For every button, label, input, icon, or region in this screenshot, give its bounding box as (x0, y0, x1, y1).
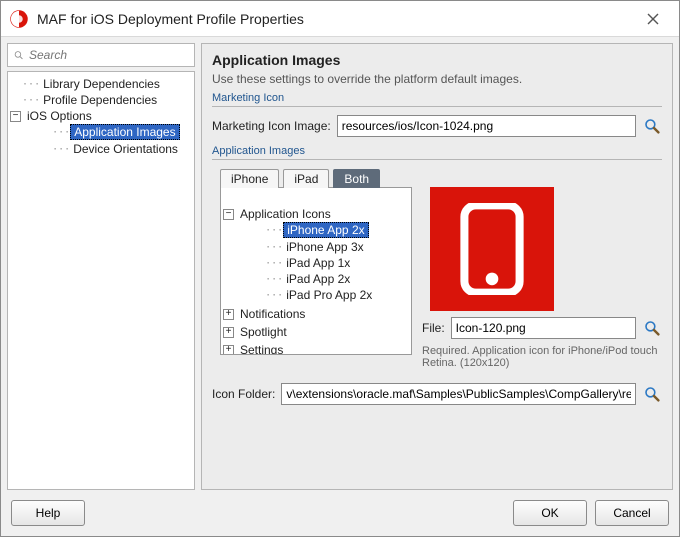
icon-folder-input[interactable] (281, 383, 636, 405)
section-heading: Application Images (212, 52, 662, 68)
search-input[interactable] (27, 47, 188, 63)
node-iphone-app-2x[interactable]: iPhone App 2x (283, 222, 368, 238)
nav-profile-dependencies[interactable]: Profile Dependencies (40, 93, 160, 107)
window-title: MAF for iOS Deployment Profile Propertie… (37, 11, 635, 27)
tab-ipad[interactable]: iPad (283, 169, 329, 188)
marketing-group-label: Marketing Icon (212, 92, 662, 104)
dialog-window: MAF for iOS Deployment Profile Propertie… (0, 0, 680, 537)
browse-icon-folder-button[interactable] (642, 384, 662, 404)
nav-tree[interactable]: ···Library Dependencies ···Profile Depen… (7, 71, 195, 490)
icon-preview (430, 187, 554, 311)
node-ipad-app-1x[interactable]: iPad App 1x (283, 256, 353, 270)
ok-button[interactable]: OK (513, 500, 587, 526)
nav-application-images[interactable]: Application Images (70, 124, 179, 140)
tab-both[interactable]: Both (333, 169, 380, 188)
browse-file-button[interactable] (642, 318, 662, 338)
node-application-icons[interactable]: Application Icons (237, 207, 334, 221)
node-settings[interactable]: Settings (237, 343, 286, 355)
node-notifications[interactable]: Notifications (237, 307, 308, 321)
node-ipad-pro-app-2x[interactable]: iPad Pro App 2x (283, 288, 375, 302)
cancel-button[interactable]: Cancel (595, 500, 669, 526)
marketing-icon-input[interactable] (337, 115, 636, 137)
marketing-icon-label: Marketing Icon Image: (212, 119, 331, 133)
file-note: Required. Application icon for iPhone/iP… (422, 345, 662, 369)
app-logo-icon (9, 9, 29, 29)
browse-marketing-icon[interactable] (642, 116, 662, 136)
icon-folder-label: Icon Folder: (212, 387, 275, 401)
titlebar: MAF for iOS Deployment Profile Propertie… (1, 1, 679, 37)
tree-expand-icon[interactable]: + (223, 309, 234, 320)
node-ipad-app-2x[interactable]: iPad App 2x (283, 272, 353, 286)
divider (212, 159, 662, 160)
content-pane: Application Images Use these settings to… (201, 43, 673, 490)
tree-expand-icon[interactable]: + (223, 345, 234, 356)
nav-device-orientations[interactable]: Device Orientations (70, 142, 181, 156)
device-tabs: iPhone iPad Both (220, 168, 662, 187)
file-label: File: (422, 321, 445, 335)
tab-iphone[interactable]: iPhone (220, 169, 279, 188)
search-field[interactable] (7, 43, 195, 67)
close-button[interactable] (635, 1, 671, 37)
left-pane: ···Library Dependencies ···Profile Depen… (7, 43, 195, 490)
help-button[interactable]: Help (11, 500, 85, 526)
divider (212, 106, 662, 107)
icon-tree[interactable]: −Application Icons ···iPhone App 2x ···i… (220, 187, 412, 355)
file-input[interactable] (451, 317, 636, 339)
dialog-footer: Help OK Cancel (1, 490, 679, 536)
tree-collapse-icon[interactable]: − (10, 111, 21, 122)
nav-ios-options[interactable]: iOS Options (24, 109, 95, 123)
section-description: Use these settings to override the platf… (212, 72, 662, 86)
app-images-group-label: Application Images (212, 145, 662, 157)
tree-expand-icon[interactable]: + (223, 327, 234, 338)
search-icon (14, 48, 23, 62)
node-spotlight[interactable]: Spotlight (237, 325, 290, 339)
nav-library-dependencies[interactable]: Library Dependencies (40, 77, 163, 91)
node-iphone-app-3x[interactable]: iPhone App 3x (283, 240, 366, 254)
tree-collapse-icon[interactable]: − (223, 209, 234, 220)
